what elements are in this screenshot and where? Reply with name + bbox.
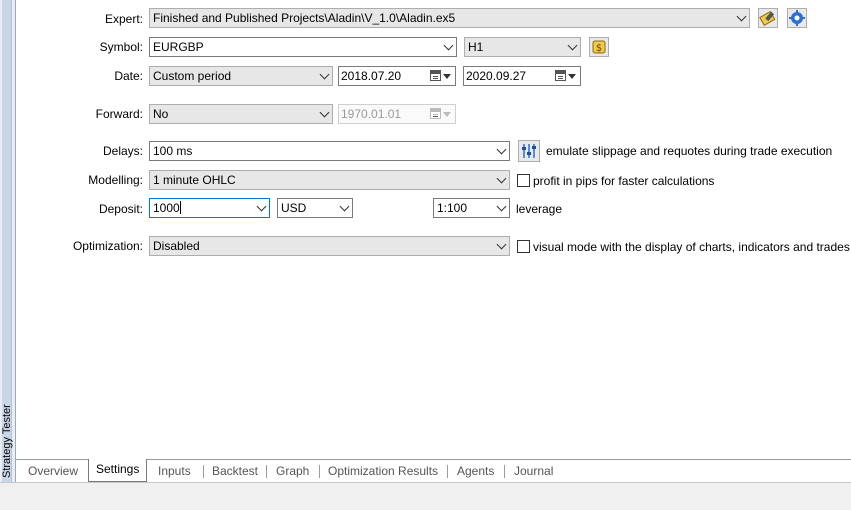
- optimization-label: Optimization:: [72, 239, 143, 253]
- calendar-icon[interactable]: [430, 70, 441, 81]
- date-from-value: 2018.07.20: [341, 69, 402, 83]
- chevron-down-icon: [319, 69, 330, 80]
- tab-journal[interactable]: Journal: [514, 463, 553, 480]
- expert-label: Expert:: [104, 12, 143, 26]
- visual-mode-checkbox[interactable]: [517, 240, 530, 253]
- chevron-down-icon: [736, 11, 747, 22]
- visual-mode-label: visual mode with the display of charts, …: [533, 240, 850, 254]
- edit-expert-button[interactable]: [758, 8, 778, 28]
- tab-separator: [447, 465, 448, 478]
- tab-overview[interactable]: Overview: [28, 463, 78, 480]
- date-label: Date:: [114, 69, 143, 83]
- status-bar: [0, 482, 851, 510]
- leverage-select[interactable]: 1:100: [433, 198, 510, 218]
- calendar-icon[interactable]: [555, 70, 566, 81]
- forward-date-picker: 1970.01.01: [338, 104, 456, 124]
- forward-value: No: [153, 107, 169, 121]
- delays-label: Delays:: [102, 144, 143, 158]
- symbol-properties-icon: $: [592, 40, 606, 54]
- dropdown-arrow-icon: [443, 74, 451, 79]
- deposit-input[interactable]: 1000: [149, 198, 270, 218]
- deposit-value: 1000: [153, 201, 180, 215]
- chevron-down-icon: [496, 239, 507, 250]
- profit-in-pips-label: profit in pips for faster calculations: [533, 174, 715, 188]
- date-period-value: Custom period: [153, 69, 232, 83]
- chevron-down-icon: [319, 107, 330, 118]
- tab-settings[interactable]: Settings: [88, 459, 148, 482]
- delays-select[interactable]: 100 ms: [149, 141, 510, 161]
- sliders-icon: [522, 144, 536, 158]
- tab-separator: [203, 465, 204, 478]
- modelling-label: Modelling:: [88, 173, 143, 187]
- symbol-select[interactable]: EURGBP: [149, 37, 457, 57]
- expert-settings-button[interactable]: [787, 8, 807, 28]
- date-period-select[interactable]: Custom period: [149, 66, 333, 86]
- deposit-label: Deposit:: [98, 202, 143, 216]
- symbol-properties-button[interactable]: $: [589, 37, 609, 57]
- timeframe-select[interactable]: H1: [464, 37, 581, 57]
- currency-value: USD: [281, 201, 307, 215]
- tab-separator: [266, 465, 267, 478]
- optimization-value: Disabled: [153, 239, 200, 253]
- tab-optimization-results[interactable]: Optimization Results: [328, 463, 438, 480]
- chevron-down-icon: [496, 173, 507, 184]
- delays-description: emulate slippage and requotes during tra…: [546, 144, 833, 158]
- tab-backtest[interactable]: Backtest: [212, 463, 258, 480]
- expert-value: Finished and Published Projects\Aladin\V…: [153, 11, 456, 25]
- text-caret: [179, 201, 181, 214]
- settings-gear-icon: [789, 10, 805, 26]
- delays-value: 100 ms: [153, 144, 193, 158]
- leverage-value: 1:100: [437, 201, 468, 215]
- chevron-down-icon: [496, 144, 507, 155]
- modelling-value: 1 minute OHLC: [153, 173, 236, 187]
- dropdown-arrow-icon: [443, 112, 451, 117]
- panel-title: Strategy Tester: [1, 404, 13, 478]
- chevron-down-icon: [567, 40, 578, 51]
- tab-separator: [504, 465, 505, 478]
- tab-inputs[interactable]: Inputs: [158, 463, 191, 480]
- svg-text:$: $: [596, 43, 602, 54]
- forward-date-value: 1970.01.01: [341, 107, 402, 121]
- date-to-value: 2020.09.27: [466, 69, 527, 83]
- date-to-picker[interactable]: 2020.09.27: [463, 66, 581, 86]
- symbol-value: EURGBP: [153, 40, 204, 54]
- currency-select[interactable]: USD: [277, 198, 353, 218]
- tab-graph[interactable]: Graph: [276, 463, 309, 480]
- date-from-picker[interactable]: 2018.07.20: [338, 66, 456, 86]
- optimization-select[interactable]: Disabled: [149, 236, 510, 256]
- tab-separator: [319, 465, 320, 478]
- forward-label: Forward:: [95, 107, 143, 121]
- profit-in-pips-checkbox[interactable]: [517, 174, 530, 187]
- expert-select[interactable]: Finished and Published Projects\Aladin\V…: [149, 8, 750, 28]
- calendar-icon: [430, 108, 441, 119]
- tester-tab-bar: Overview Settings Inputs Backtest Graph …: [16, 459, 851, 482]
- modelling-select[interactable]: 1 minute OHLC: [149, 170, 510, 190]
- chevron-down-icon: [339, 201, 350, 212]
- edit-icon: [759, 10, 776, 27]
- timeframe-value: H1: [468, 40, 484, 54]
- chevron-down-icon: [256, 201, 267, 212]
- dropdown-arrow-icon: [568, 74, 576, 79]
- symbol-label: Symbol:: [99, 40, 143, 54]
- delays-settings-button[interactable]: [518, 140, 540, 162]
- leverage-label: leverage: [516, 202, 563, 216]
- forward-select[interactable]: No: [149, 104, 333, 124]
- tab-agents[interactable]: Agents: [457, 463, 494, 480]
- chevron-down-icon: [443, 40, 454, 51]
- chevron-down-icon: [496, 201, 507, 212]
